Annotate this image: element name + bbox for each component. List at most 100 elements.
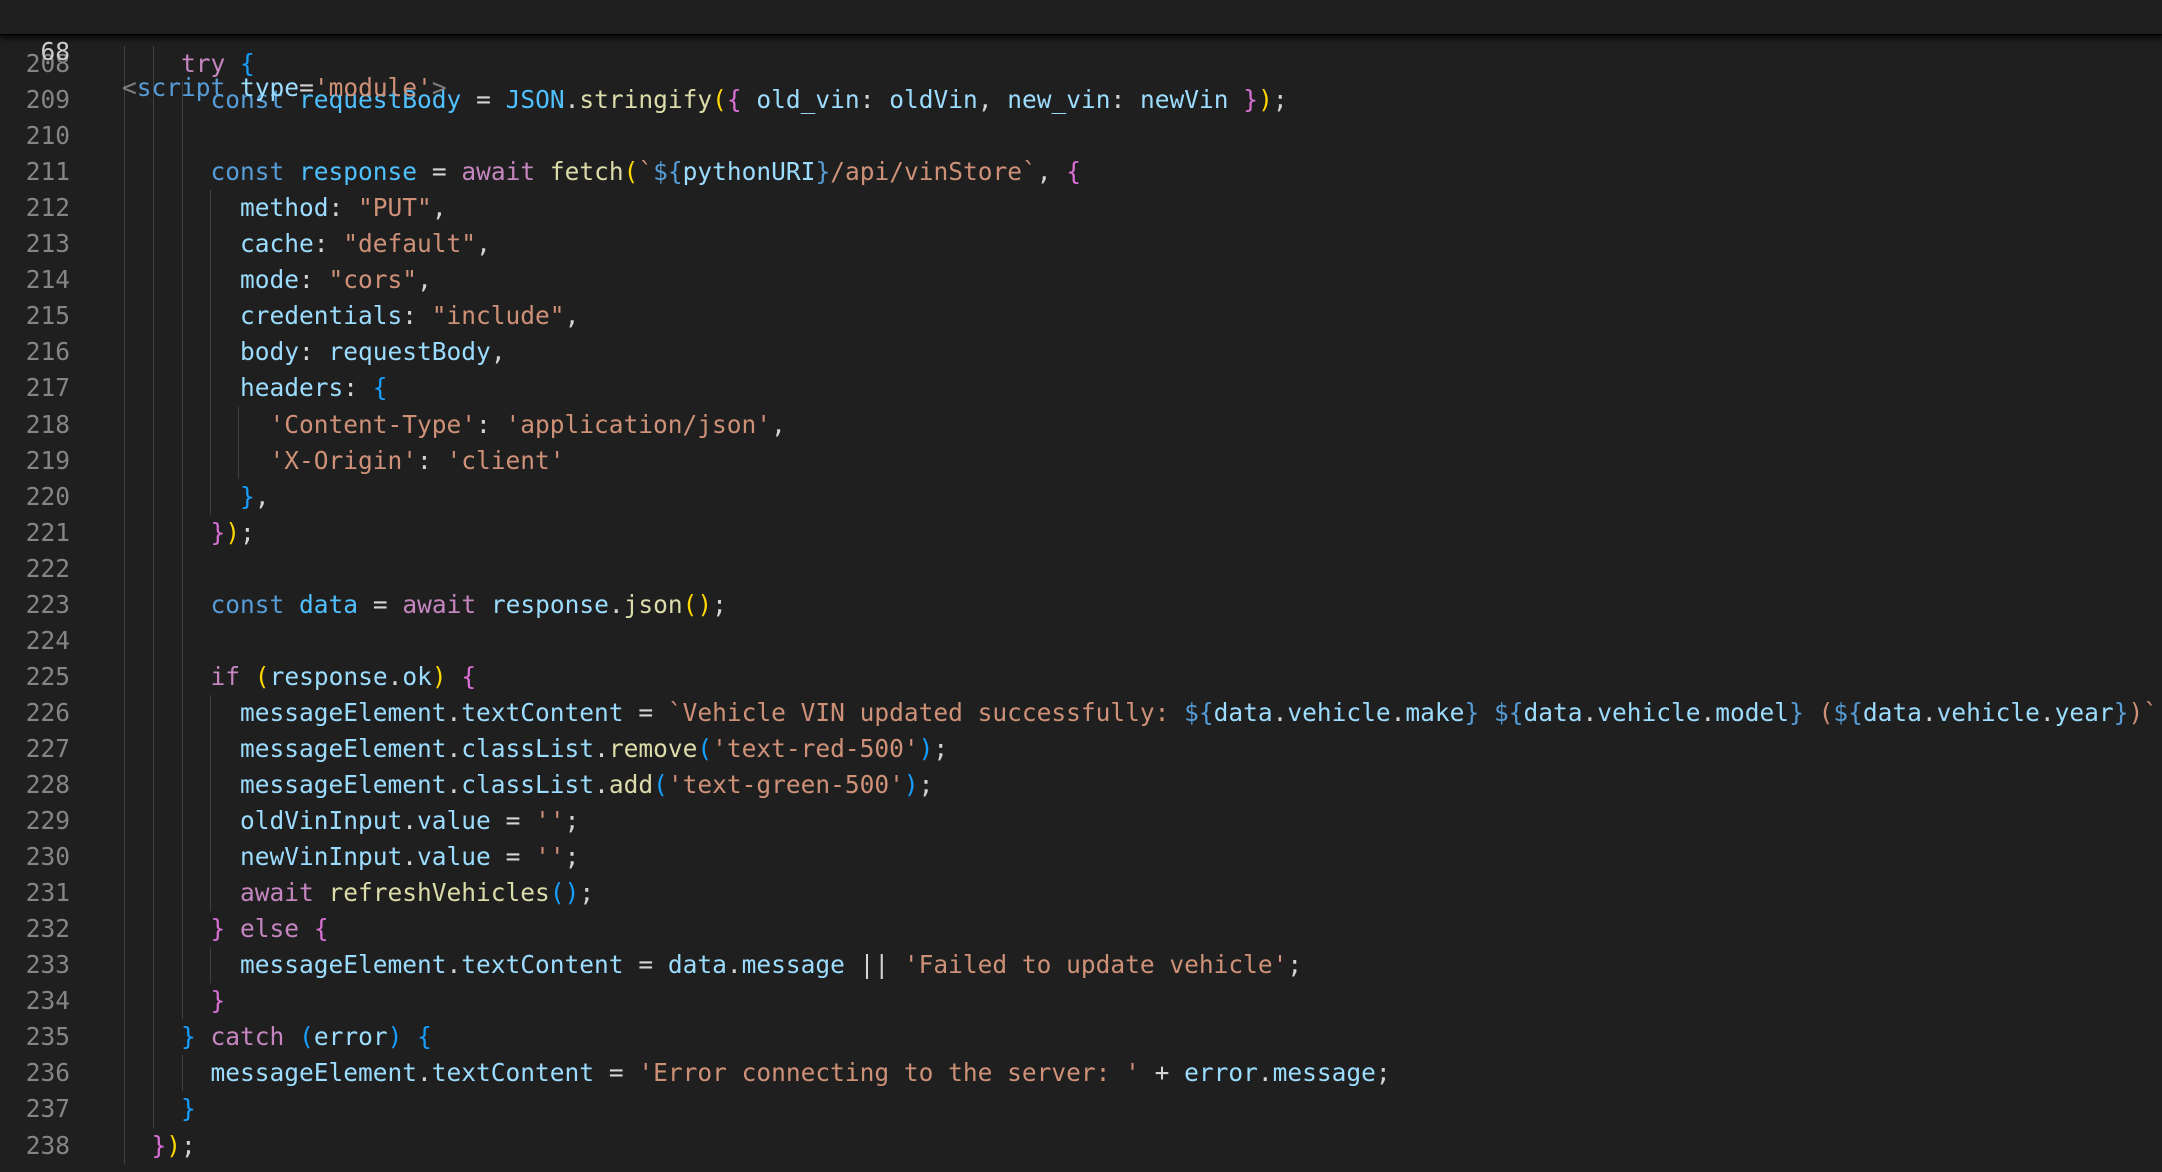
code-line[interactable]: 211 const response = await fetch(`${pyth… [0, 154, 2162, 190]
code-token: "default" [343, 229, 477, 259]
code-line[interactable]: 225 if (response.ok) { [0, 659, 2162, 695]
code-token: )` [2128, 697, 2158, 727]
code-token: add [608, 770, 654, 799]
line-number: 227 [25, 733, 70, 763]
line-number: 214 [25, 265, 70, 295]
code-token: ok [402, 661, 432, 691]
code-line[interactable]: 210 [0, 118, 2162, 154]
code-line[interactable]: 214 mode: "cors", [0, 262, 2162, 298]
code-token: vehicle [1597, 697, 1701, 727]
code-token: = [623, 697, 668, 727]
code-token: , [417, 265, 432, 295]
line-content: messageElement.textContent = 'Error conn… [122, 1055, 1391, 1091]
code-token: . [402, 842, 418, 872]
code-token: . [402, 806, 418, 836]
line-content: messageElement.classList.add('text-green… [122, 767, 933, 803]
line-number: 235 [25, 1022, 70, 1052]
code-token: classList [461, 770, 595, 799]
code-line[interactable]: 212 method: "PUT", [0, 190, 2162, 226]
code-line[interactable]: 233 messageElement.textContent = data.me… [0, 947, 2162, 983]
code-token: : [1110, 85, 1141, 115]
line-content: <script type='module'> [122, 70, 447, 106]
code-token: ) [431, 661, 447, 691]
code-line[interactable]: 234 } [0, 983, 2162, 1019]
code-token: . [387, 661, 403, 691]
code-line[interactable]: 229 oldVinInput.value = ''; [0, 803, 2162, 839]
line-number: 229 [25, 806, 70, 836]
code-token: < [122, 73, 137, 102]
code-token: response [269, 661, 388, 691]
code-token: = [358, 589, 403, 619]
code-token: . [1272, 697, 1288, 727]
code-token: } [181, 1022, 196, 1052]
code-line[interactable]: 231 await refreshVehicles(); [0, 875, 2162, 911]
code-token: old_vin [756, 85, 860, 115]
code-line[interactable]: 221 }); [0, 515, 2162, 551]
code-line[interactable]: 222 [0, 551, 2162, 587]
code-line[interactable]: 215 credentials: "include", [0, 298, 2162, 334]
code-token: '' [535, 806, 565, 836]
code-token: fetch [549, 157, 624, 187]
code-token: } [1789, 697, 1804, 727]
code-token: ; [712, 589, 727, 619]
line-number: 212 [25, 193, 70, 223]
code-line[interactable]: 224 [0, 623, 2162, 659]
code-line[interactable]: 218 'Content-Type': 'application/json', [0, 407, 2162, 443]
code-token: message [1272, 1058, 1376, 1088]
code-line[interactable]: 213 cache: "default", [0, 226, 2162, 262]
code-line[interactable]: 237 } [0, 1091, 2162, 1127]
code-token: . [608, 589, 624, 619]
code-line[interactable]: 223 const data = await response.json(); [0, 587, 2162, 623]
code-token: . [446, 733, 462, 763]
sticky-scroll-header[interactable]: 68 <script type='module'> [0, 0, 2162, 102]
sticky-code-line[interactable]: 68 <script type='module'> [0, 0, 2162, 102]
code-token: 'client' [446, 445, 565, 475]
code-token: messageElement [240, 770, 447, 799]
code-token: catch [210, 1022, 285, 1052]
code-token: . [726, 950, 742, 980]
code-token: ; [933, 733, 949, 763]
code-line[interactable]: 230 newVinInput.value = ''; [0, 839, 2162, 875]
code-token: . [446, 697, 462, 727]
code-line[interactable]: 219 'X-Origin': 'client' [0, 443, 2162, 479]
code-line[interactable]: 228 messageElement.classList.add('text-g… [0, 767, 2162, 803]
code-token: } [815, 157, 831, 187]
code-line[interactable]: 217 headers: { [0, 370, 2162, 406]
code-line[interactable]: 220 }, [0, 479, 2162, 515]
code-line[interactable]: 216 body: requestBody, [0, 334, 2162, 370]
code-token: messageElement [210, 1058, 418, 1088]
line-number: 222 [25, 553, 70, 583]
code-token: 'X-Origin' [269, 445, 418, 475]
code-editor[interactable]: 68 <script type='module'> 208 try {209 c… [0, 0, 2162, 1172]
code-line[interactable]: 235 } catch (error) { [0, 1019, 2162, 1055]
code-token: new_vin [1007, 85, 1111, 115]
code-line[interactable]: 236 messageElement.textContent = 'Error … [0, 1055, 2162, 1091]
code-token: ; [1287, 950, 1303, 980]
line-number: 220 [25, 481, 70, 511]
line-number: 68 [40, 37, 70, 66]
code-token: ${ [653, 157, 683, 187]
code-token: script [136, 73, 226, 102]
code-token: messageElement [240, 697, 447, 727]
code-token: ( [697, 733, 713, 763]
code-token: { [461, 661, 477, 691]
line-number: 224 [25, 625, 70, 655]
line-content: oldVinInput.value = ''; [122, 803, 579, 839]
code-token: 'text-green-500' [667, 770, 904, 799]
code-token: { [1066, 157, 1081, 187]
code-line[interactable]: 238 }); [0, 1128, 2162, 1164]
code-line[interactable]: 226 messageElement.textContent = `Vehicl… [0, 695, 2162, 731]
code-token: ; [918, 770, 934, 799]
code-line[interactable]: 227 messageElement.classList.remove('tex… [0, 731, 2162, 767]
code-line[interactable]: 232 } else { [0, 911, 2162, 947]
